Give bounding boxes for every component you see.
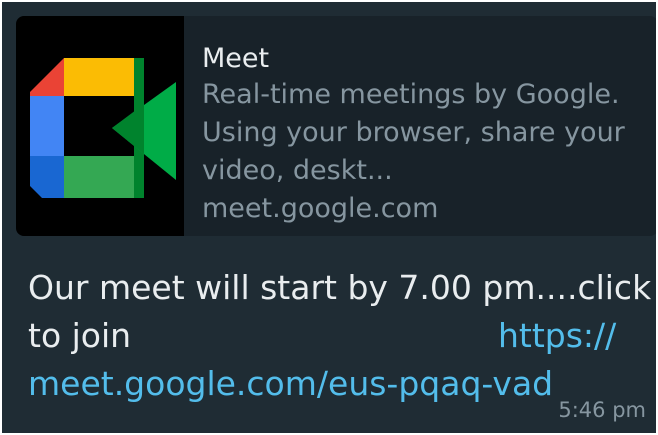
meeting-link[interactable]: meet.google.com/eus-pqaq-vad	[28, 364, 553, 403]
message-body: Our meet will start by 7.00 pm....click …	[28, 264, 652, 408]
meeting-link[interactable]: https://	[498, 312, 616, 360]
link-preview-text: Meet Real-time meetings by Google. Using…	[202, 42, 650, 228]
message-text-line: to join https://	[28, 312, 628, 360]
message-text-line: Our meet will start by 7.00 pm....click	[28, 268, 652, 307]
message-bubble[interactable]: Meet Real-time meetings by Google. Using…	[2, 2, 656, 433]
link-preview-thumbnail	[16, 16, 184, 236]
google-meet-logo-icon	[30, 58, 176, 198]
message-text-fragment: to join	[28, 316, 132, 355]
message-timestamp: 5:46 pm	[558, 398, 646, 422]
message-text-line: meet.google.com/eus-pqaq-vad	[28, 360, 628, 408]
link-preview-card[interactable]: Meet Real-time meetings by Google. Using…	[16, 16, 656, 236]
link-preview-domain: meet.google.com	[202, 193, 439, 224]
link-preview-title: Meet	[202, 43, 270, 74]
link-preview-description: Real-time meetings by Google. Using your…	[202, 79, 625, 186]
